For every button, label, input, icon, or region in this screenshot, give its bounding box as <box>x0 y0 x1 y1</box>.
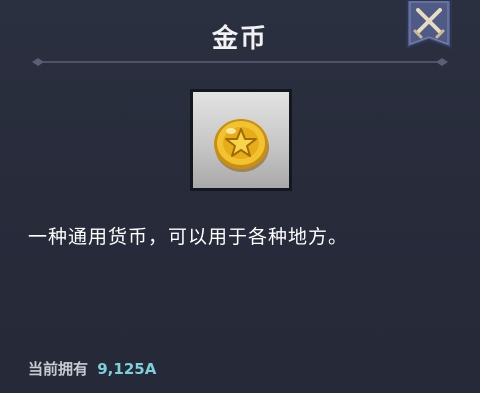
item-info-dialog: 金币 一种通用货币，可以用于各种地方。 当前拥有 9,125A <box>0 0 480 393</box>
item-description: 一种通用货币，可以用于各种地方。 <box>28 226 349 248</box>
owned-count: 当前拥有 9,125A <box>28 358 156 379</box>
item-icon-frame <box>190 89 292 191</box>
item-icon-background <box>193 92 289 188</box>
title-divider <box>32 58 448 66</box>
crossed-swords-icon <box>406 0 452 50</box>
owned-value: 9,125A <box>97 360 157 378</box>
close-button[interactable] <box>405 0 453 54</box>
owned-label: 当前拥有 <box>28 360 89 378</box>
gold-coin-star-icon <box>214 119 269 172</box>
